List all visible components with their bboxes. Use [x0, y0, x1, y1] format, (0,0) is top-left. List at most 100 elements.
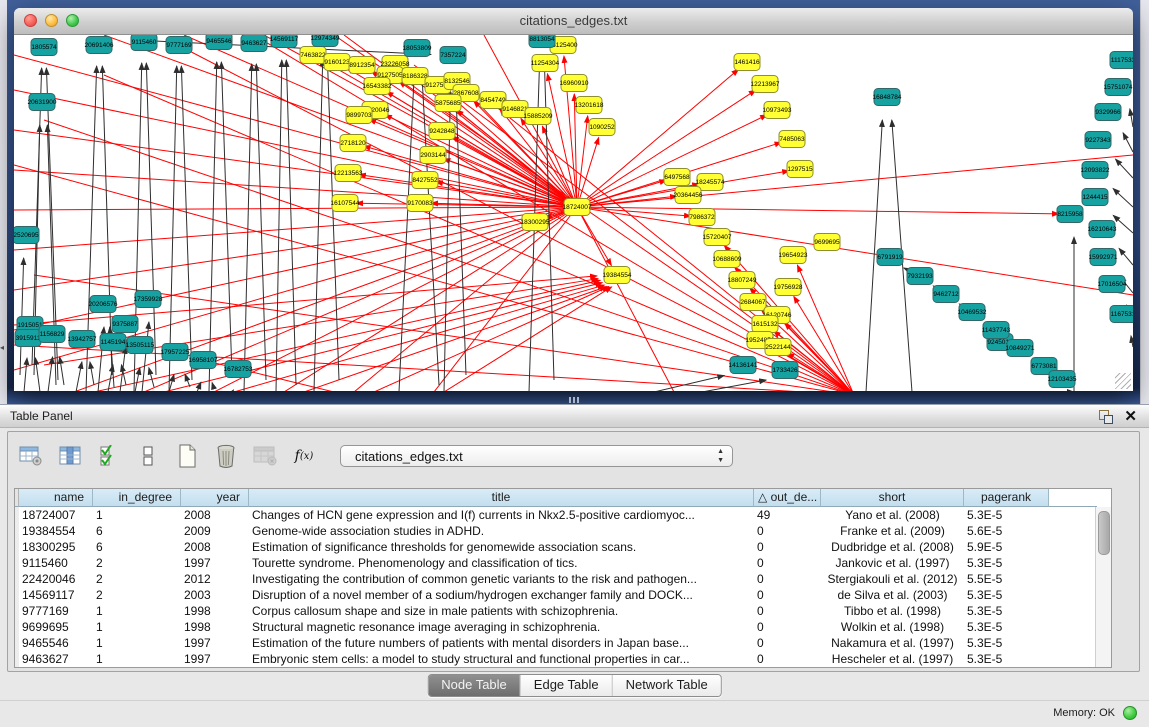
- node-attribute-table[interactable]: namein_degreeyeartitle△ out_de...shortpa…: [14, 488, 1112, 668]
- table-row[interactable]: 946362711997Embryonic stem cells: a mode…: [15, 651, 1111, 667]
- delete-trash-icon[interactable]: [213, 443, 239, 469]
- select-column-icon[interactable]: [57, 443, 83, 469]
- panel-splitter-handle[interactable]: [569, 397, 581, 403]
- graph-node-1461416[interactable]: 1461416: [734, 54, 760, 71]
- graph-node-14569117[interactable]: 14569117: [270, 35, 299, 48]
- graph-node-16958107[interactable]: 16958107: [189, 352, 218, 369]
- table-row[interactable]: 2242004622012Investigating the contribut…: [15, 571, 1111, 587]
- table-row[interactable]: 1938455462009Genome-wide association stu…: [15, 523, 1111, 539]
- graph-node-9115460[interactable]: 9115460: [131, 35, 157, 51]
- table-row[interactable]: 911546021997Tourette syndrome. Phenomeno…: [15, 555, 1111, 571]
- graph-node-7986372[interactable]: 7986372: [689, 209, 715, 226]
- graph-node-1615132[interactable]: 1615132: [752, 316, 778, 333]
- graph-node-6791919[interactable]: 6791919: [877, 249, 903, 266]
- graph-node-1244415[interactable]: 1244415: [1082, 189, 1108, 206]
- graph-node-1117533[interactable]: 1117533: [1110, 52, 1133, 69]
- graph-node-10849271[interactable]: 10849271: [1006, 340, 1035, 357]
- graph-node-9465546[interactable]: 9465546: [206, 35, 232, 50]
- graph-node-18300295[interactable]: 18300295: [521, 214, 550, 231]
- close-panel-icon[interactable]: ✕: [1124, 407, 1137, 427]
- tab-node-table[interactable]: Node Table: [428, 675, 521, 696]
- graph-node-12213967[interactable]: 12213967: [751, 76, 780, 93]
- graph-node-15751074[interactable]: 15751074: [1104, 79, 1133, 96]
- table-settings-icon[interactable]: [18, 443, 44, 469]
- graph-node-10469532[interactable]: 10469532: [958, 304, 987, 321]
- select-all-rows-icon[interactable]: [96, 443, 122, 469]
- tab-edge-table[interactable]: Edge Table: [521, 675, 613, 696]
- table-row[interactable]: 1456911722003Disruption of a novel membe…: [15, 587, 1111, 603]
- float-panel-icon[interactable]: [1099, 410, 1113, 424]
- graph-node-8813054[interactable]: 8813054: [529, 35, 555, 48]
- graph-node-13201618[interactable]: 13201618: [575, 97, 604, 114]
- graph-node-16543382[interactable]: 16543382: [363, 78, 392, 95]
- network-canvas[interactable]: 1872400718300295193845547463822916012389…: [14, 35, 1133, 391]
- graph-node-18807249[interactable]: 18807249: [728, 272, 757, 289]
- graph-node-13505115[interactable]: 13505115: [126, 337, 155, 354]
- graph-node-2718120[interactable]: 2718120: [340, 135, 366, 152]
- graph-node-13942757[interactable]: 13942757: [68, 331, 97, 348]
- collapse-left-panel-arrow-icon[interactable]: ◂: [0, 344, 4, 352]
- table-row[interactable]: 946554611997Estimation of the future num…: [15, 635, 1111, 651]
- column-header-pagerank[interactable]: pagerank: [964, 489, 1049, 507]
- table-selector-dropdown[interactable]: citations_edges.txt ▲▼: [340, 445, 733, 467]
- window-titlebar[interactable]: citations_edges.txt: [14, 8, 1133, 35]
- graph-node-16782753[interactable]: 16782753: [224, 361, 253, 378]
- graph-node-2684067[interactable]: 2684067: [740, 294, 766, 311]
- graph-node-9227343[interactable]: 9227343: [1085, 132, 1111, 149]
- tab-network-table[interactable]: Network Table: [613, 675, 721, 696]
- table-row[interactable]: 1830029562008Estimation of significance …: [15, 539, 1111, 555]
- graph-node-8215958[interactable]: 8215958: [1057, 206, 1083, 223]
- graph-node-19756928[interactable]: 19756928: [774, 279, 803, 296]
- graph-node-10688609[interactable]: 10688609: [713, 251, 742, 268]
- table-row[interactable]: 1872400712008Changes of HCN gene express…: [15, 507, 1111, 523]
- graph-node-9462712[interactable]: 9462712: [933, 286, 959, 303]
- graph-node-9777169[interactable]: 9777169: [166, 37, 192, 54]
- graph-node-12974349[interactable]: 12974349: [311, 35, 340, 47]
- graph-node-16210643[interactable]: 16210643: [1088, 221, 1117, 238]
- graph-node-12093822[interactable]: 12093822: [1081, 162, 1110, 179]
- graph-node-19654923[interactable]: 19654923: [779, 247, 808, 264]
- graph-node-17359928[interactable]: 17359928: [134, 291, 163, 308]
- graph-node-12103435[interactable]: 12103435: [1048, 371, 1077, 388]
- scrollbar-thumb[interactable]: [1098, 511, 1110, 555]
- memory-status-indicator-icon[interactable]: [1123, 706, 1137, 720]
- graph-node-3915911[interactable]: 3915911: [15, 330, 41, 347]
- graph-node-8912354[interactable]: 8912354: [349, 57, 375, 74]
- column-header-title[interactable]: title: [249, 489, 754, 507]
- citation-network-graph[interactable]: 1872400718300295193845547463822916012389…: [14, 35, 1133, 391]
- graph-node-1297515[interactable]: 1297515: [787, 161, 813, 178]
- graph-node-9242848[interactable]: 9242848: [429, 123, 455, 140]
- graph-node-11254304[interactable]: 11254304: [531, 55, 560, 72]
- graph-node-1090252[interactable]: 1090252: [589, 119, 615, 136]
- graph-node-7932193[interactable]: 7932193: [907, 268, 933, 285]
- function-builder-icon[interactable]: f(x): [291, 443, 317, 469]
- graph-node-20691406[interactable]: 20691406: [85, 37, 114, 54]
- graph-node-16848784[interactable]: 16848784: [873, 89, 902, 106]
- graph-node-18053809[interactable]: 18053809: [403, 40, 432, 57]
- graph-node-9699695[interactable]: 9699695: [814, 234, 840, 251]
- window-resize-grip[interactable]: [1115, 373, 1131, 389]
- graph-node-16107544[interactable]: 16107544: [331, 195, 360, 212]
- column-header-short[interactable]: short: [821, 489, 964, 507]
- graph-node-2522144[interactable]: 2522144: [765, 339, 791, 356]
- column-header-year[interactable]: year: [181, 489, 249, 507]
- graph-node-1733426[interactable]: 1733426: [772, 362, 798, 379]
- graph-node-10973493[interactable]: 10973493: [763, 102, 792, 119]
- graph-node-11437743[interactable]: 11437743: [982, 322, 1011, 339]
- graph-node-2520695[interactable]: 2520695: [14, 227, 39, 244]
- graph-node-20364456[interactable]: 20364456: [674, 187, 703, 204]
- graph-node-1156829[interactable]: 1156829: [39, 326, 65, 343]
- graph-node-15720407[interactable]: 15720407: [703, 229, 732, 246]
- graph-node-7485063[interactable]: 7485063: [779, 131, 805, 148]
- graph-node-2903144[interactable]: 2903144: [420, 147, 446, 164]
- graph-node-15992971[interactable]: 15992971: [1089, 249, 1118, 266]
- show-checkboxes-icon[interactable]: [135, 443, 161, 469]
- graph-node-9160123[interactable]: 9160123: [324, 54, 350, 71]
- graph-node-7463822[interactable]: 7463822: [300, 47, 326, 64]
- graph-node-9329966[interactable]: 9329966: [1095, 104, 1121, 121]
- graph-node-9899703[interactable]: 9899703: [346, 107, 372, 124]
- column-header-in_degree[interactable]: in_degree: [93, 489, 181, 507]
- table-row[interactable]: 977716911998Corpus callosum shape and si…: [15, 603, 1111, 619]
- graph-node-9463627[interactable]: 9463627: [241, 35, 267, 52]
- graph-node-17016504[interactable]: 17016504: [1098, 276, 1127, 293]
